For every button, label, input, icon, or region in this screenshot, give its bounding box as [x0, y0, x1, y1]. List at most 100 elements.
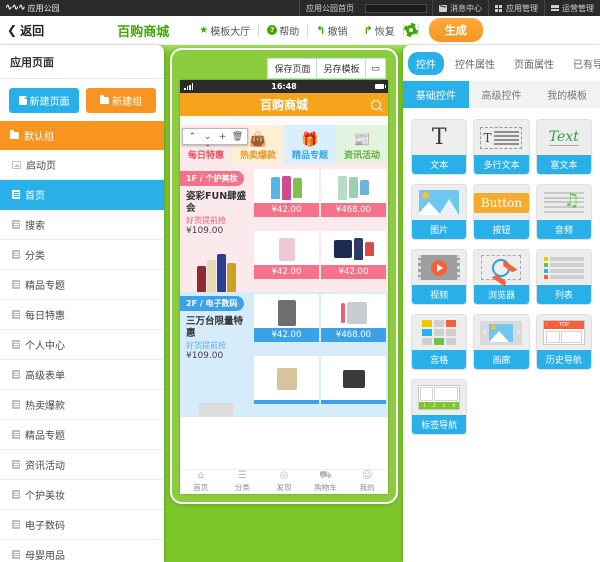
- floor-promo[interactable]: 2F / 电子数码 三万台限量特惠 好货提前抢 ¥109.00: [180, 292, 252, 417]
- widget-list[interactable]: 列表: [535, 249, 592, 305]
- sidebar-page-item[interactable]: 搜索: [0, 210, 164, 240]
- sidebar-page-item[interactable]: 精品专题: [0, 420, 164, 450]
- tab-widget-properties[interactable]: 控件属性: [447, 52, 503, 75]
- topbar-item-app-manage[interactable]: 应用管理: [488, 0, 544, 16]
- widget-rich-text[interactable]: Text 富文本: [535, 119, 592, 175]
- pages-sidebar: 应用页面 新建页面 新建组 默认组 启动页 首页 搜索 分类 精品专题 每日特惠 个人中心高…: [0, 45, 164, 562]
- widget-label: 视频: [412, 285, 467, 304]
- topbar-search-input[interactable]: [365, 3, 427, 13]
- widget-button[interactable]: Button 按钮: [473, 184, 530, 240]
- floor-promo[interactable]: 1F / 个护美妆 姿彩FUN肆盛会 好货提前抢 ¥109.00: [180, 167, 252, 292]
- sidebar-page-item[interactable]: 资讯活动: [0, 450, 164, 480]
- bottom-nav-cart[interactable]: ⛟ 购物车: [305, 470, 347, 494]
- sidebar-page-label: 个护美妆: [25, 491, 65, 502]
- folder-icon: [10, 130, 19, 139]
- sidebar-page-item[interactable]: 分类: [0, 240, 164, 270]
- widget-label: 浏览器: [474, 285, 529, 304]
- topbar-item-ops-manage[interactable]: 运营管理: [544, 0, 600, 16]
- category-tile[interactable]: 📰 资讯活动: [336, 125, 388, 163]
- undo-button[interactable]: ↰ 撤销: [308, 23, 355, 38]
- sidebar-page-label: 首页: [25, 191, 45, 202]
- panel-tabs: 控件 控件属性 页面属性 已有导航: [403, 45, 600, 81]
- widget-image[interactable]: 图片: [411, 184, 468, 240]
- topbar-item-messages[interactable]: 消息中心: [432, 0, 488, 16]
- sidebar-page-item[interactable]: 个护美妆: [0, 480, 164, 510]
- subtab-my-templates[interactable]: 我的模板: [534, 81, 600, 108]
- tab-existing-nav[interactable]: 已有导航: [565, 52, 600, 75]
- widget-thumb: Text: [536, 120, 591, 155]
- sidebar-page-item[interactable]: 首页: [0, 180, 164, 210]
- product-image: [254, 172, 319, 203]
- widget-label: 列表: [536, 285, 591, 304]
- generate-button[interactable]: 生成: [428, 18, 483, 42]
- widget-label: 历史导航: [536, 350, 591, 369]
- product-cell[interactable]: [321, 355, 386, 404]
- widget-text[interactable]: T 文本: [411, 119, 468, 175]
- widget-multiline-text[interactable]: T 多行文本: [473, 119, 530, 175]
- product-cell[interactable]: ¥42.00: [254, 294, 319, 342]
- product-cell[interactable]: ¥42.00: [254, 230, 319, 279]
- topbar-home-link[interactable]: 应用公园首页: [299, 0, 360, 16]
- site-logo[interactable]: ∿∿∿ 应用公园: [0, 3, 60, 14]
- page-group-default[interactable]: 默认组: [0, 121, 164, 150]
- new-group-button[interactable]: 新建组: [86, 88, 156, 113]
- bottom-nav-discover[interactable]: ◎ 发现: [263, 470, 305, 494]
- subtab-advanced-widgets[interactable]: 高级控件: [469, 81, 535, 108]
- product-price: ¥42.00: [254, 264, 319, 279]
- doc-icon: [12, 370, 20, 379]
- sidebar-page-item[interactable]: 启动页: [0, 150, 164, 180]
- doc-icon: [12, 430, 20, 439]
- widget-tab-nav[interactable]: 1234 标签导航: [411, 379, 468, 435]
- sidebar-title: 应用页面: [0, 45, 164, 79]
- widget-video[interactable]: 视频: [411, 249, 468, 305]
- bottom-nav-home[interactable]: ⌂ 首页: [180, 470, 222, 494]
- gear-icon[interactable]: [403, 23, 418, 37]
- widget-browser[interactable]: 浏览器: [473, 249, 530, 305]
- new-page-button[interactable]: 新建页面: [9, 88, 79, 113]
- save-template-button[interactable]: 另存模板: [317, 58, 367, 79]
- sidebar-page-item[interactable]: 个人中心: [0, 330, 164, 360]
- sidebar-page-label: 热卖爆款: [25, 401, 65, 412]
- topbar-ops-manage-label: 运营管理: [562, 3, 594, 13]
- product-cell[interactable]: ¥468.00: [321, 294, 386, 342]
- sidebar-page-label: 精品专题: [25, 281, 65, 292]
- sidebar-page-item[interactable]: 精品专题: [0, 270, 164, 300]
- widget-grid-layout[interactable]: 宫格: [411, 314, 468, 370]
- tab-page-properties[interactable]: 页面属性: [506, 52, 562, 75]
- sidebar-page-item[interactable]: 每日特惠: [0, 300, 164, 330]
- product-cell[interactable]: [254, 355, 319, 404]
- widget-gallery[interactable]: ‹ › 画廊: [473, 314, 530, 370]
- sidebar-page-item[interactable]: 电子数码: [0, 510, 164, 540]
- sidebar-page-label: 电子数码: [25, 521, 65, 532]
- help-button[interactable]: ? 帮助: [259, 23, 307, 38]
- search-icon[interactable]: [371, 99, 381, 110]
- delete-icon[interactable]: 🗑: [230, 130, 245, 143]
- doc-icon: [12, 340, 20, 349]
- sidebar-page-item[interactable]: 热卖爆款: [0, 390, 164, 420]
- move-down-icon[interactable]: ⌄: [200, 130, 215, 143]
- widget-history-nav[interactable]: ‹ TOP 历史导航: [535, 314, 592, 370]
- preview-toggle-button[interactable]: ▭: [366, 58, 386, 79]
- product-cell[interactable]: ¥468.00: [321, 169, 386, 217]
- tab-widgets[interactable]: 控件: [408, 52, 444, 75]
- bottom-nav-category[interactable]: ☰ 分类: [222, 470, 264, 494]
- category-tile[interactable]: 🎁 精品专题: [284, 125, 336, 163]
- subtab-basic-widgets[interactable]: 基础控件: [403, 81, 469, 108]
- product-cell[interactable]: ¥42.00: [254, 169, 319, 217]
- move-up-icon[interactable]: ⌃: [185, 130, 200, 143]
- add-icon[interactable]: +: [215, 130, 230, 143]
- redo-button[interactable]: ↱ 恢复: [355, 23, 402, 38]
- sidebar-page-item[interactable]: 高级表单: [0, 360, 164, 390]
- bag-icon: 👜: [249, 132, 267, 148]
- save-page-button[interactable]: 保存页面: [267, 58, 318, 79]
- bottom-nav-profile[interactable]: ☺ 我的: [346, 470, 388, 494]
- sidebar-page-item[interactable]: 母婴用品: [0, 540, 164, 562]
- widget-audio[interactable]: ♫ 音频: [535, 184, 592, 240]
- help-label: 帮助: [279, 26, 300, 38]
- product-price: [254, 399, 319, 404]
- page-title: 百购商城: [117, 24, 170, 40]
- template-hall-button[interactable]: ★ 模板大厅: [191, 23, 258, 38]
- product-image: [321, 359, 386, 400]
- floor-subtitle: 好货提前抢: [186, 341, 226, 350]
- product-cell[interactable]: ¥42.00: [321, 230, 386, 279]
